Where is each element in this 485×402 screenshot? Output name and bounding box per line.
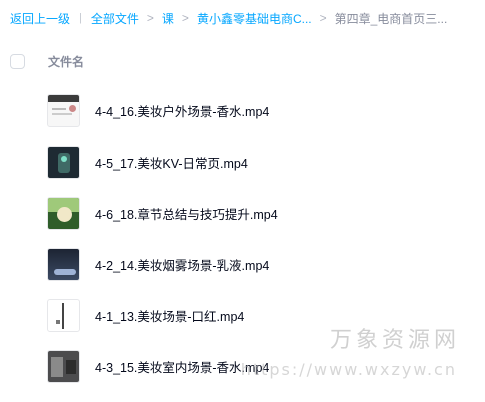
breadcrumb-course[interactable]: 课 bbox=[162, 10, 174, 27]
file-list-header: 文件名 bbox=[0, 46, 485, 76]
file-browser: 返回上一级 | 全部文件 > 课 > 黄小鑫零基础电商C... > 第四章_电商… bbox=[0, 0, 485, 402]
select-all-checkbox[interactable] bbox=[10, 53, 25, 69]
breadcrumb-course-folder[interactable]: 黄小鑫零基础电商C... bbox=[197, 10, 312, 27]
watermark-url: https://www.wxzyw.cn bbox=[240, 360, 457, 379]
file-name[interactable]: 4-5_17.美妆KV-日常页.mp4 bbox=[95, 153, 248, 172]
video-thumbnail bbox=[47, 298, 80, 332]
breadcrumb-divider: | bbox=[79, 12, 82, 24]
watermark-text: 万象资源网 bbox=[329, 328, 460, 353]
file-row[interactable]: 4-4_16.美妆户外场景-香水.mp4 bbox=[0, 85, 485, 135]
chevron-right-icon: > bbox=[181, 11, 189, 25]
file-name[interactable]: 4-4_16.美妆户外场景-香水.mp4 bbox=[95, 101, 269, 120]
breadcrumb: 返回上一级 | 全部文件 > 课 > 黄小鑫零基础电商C... > 第四章_电商… bbox=[10, 9, 475, 27]
video-thumbnail bbox=[47, 349, 80, 383]
chevron-right-icon: > bbox=[146, 11, 154, 25]
breadcrumb-current-folder: 第四章_电商首页三... bbox=[334, 11, 448, 26]
video-thumbnail bbox=[47, 145, 80, 179]
back-link[interactable]: 返回上一级 bbox=[10, 10, 70, 27]
column-header-filename[interactable]: 文件名 bbox=[48, 53, 84, 70]
chevron-right-icon: > bbox=[319, 11, 327, 25]
video-thumbnail bbox=[47, 93, 80, 127]
video-thumbnail bbox=[47, 196, 80, 230]
file-name[interactable]: 4-1_13.美妆场景-口红.mp4 bbox=[95, 306, 244, 325]
file-name[interactable]: 4-6_18.章节总结与技巧提升.mp4 bbox=[95, 204, 278, 223]
file-row[interactable]: 4-5_17.美妆KV-日常页.mp4 bbox=[0, 137, 485, 187]
file-row[interactable]: 4-2_14.美妆烟雾场景-乳液.mp4 bbox=[0, 239, 485, 289]
video-thumbnail bbox=[47, 247, 80, 281]
file-row[interactable]: 4-6_18.章节总结与技巧提升.mp4 bbox=[0, 188, 485, 238]
breadcrumb-all-files[interactable]: 全部文件 bbox=[91, 10, 139, 27]
file-name[interactable]: 4-2_14.美妆烟雾场景-乳液.mp4 bbox=[95, 255, 269, 274]
